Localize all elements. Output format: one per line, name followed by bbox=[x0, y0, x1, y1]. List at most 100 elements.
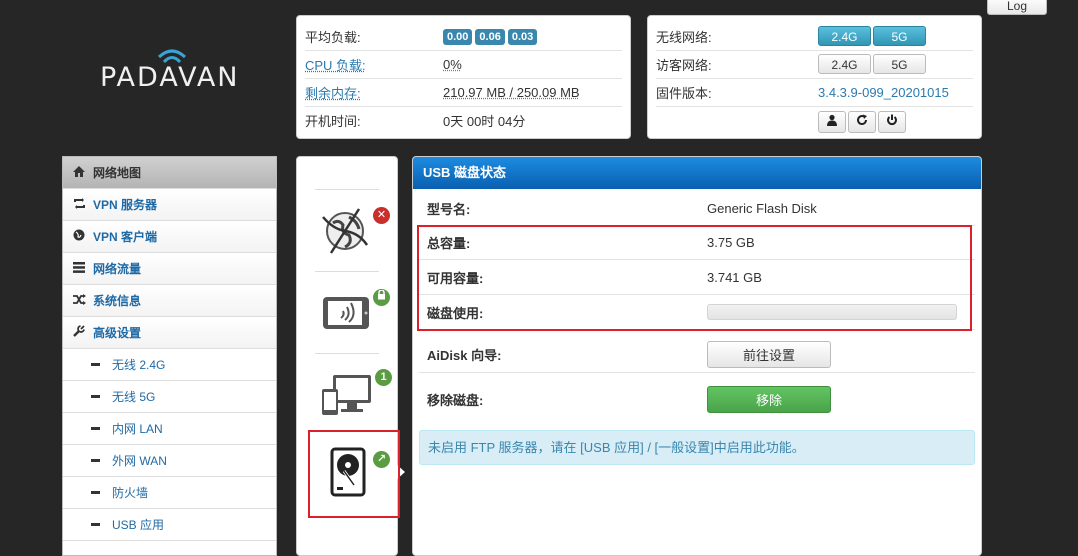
tablet-wifi-icon bbox=[323, 297, 369, 329]
submenu-label: 防火墙 bbox=[112, 486, 149, 500]
dash-icon bbox=[91, 459, 100, 462]
wireless-24g-button[interactable]: 2.4G bbox=[818, 26, 871, 46]
aidisk-label: AiDisk 向导: bbox=[427, 347, 502, 363]
client-count-badge: 1 bbox=[375, 369, 392, 386]
system-status-panel: 平均负载: 0.00 0.06 0.03 CPU 负载: 0% 剩余内存: 210.… bbox=[296, 15, 631, 139]
load-1min: 0.00 bbox=[443, 28, 473, 45]
guest-24g-button[interactable]: 2.4G bbox=[818, 54, 871, 74]
logo-text: PADAVAN bbox=[100, 62, 240, 93]
submenu-usb-apps[interactable]: USB 应用 bbox=[63, 509, 276, 541]
user-button[interactable] bbox=[818, 111, 846, 133]
wireless-row: 无线网络: 2.4G 5G bbox=[656, 22, 973, 51]
submenu-firewall[interactable]: 防火墙 bbox=[63, 477, 276, 509]
load-values: 0.00 0.06 0.03 bbox=[443, 28, 540, 45]
submenu-wireless-5g[interactable]: 无线 5G bbox=[63, 381, 276, 413]
aidisk-setup-button[interactable]: 前往设置 bbox=[707, 340, 831, 368]
refresh-icon bbox=[857, 114, 868, 126]
load-5min: 0.06 bbox=[475, 28, 505, 45]
memory-value: 210.97 MB / 250.09 MB bbox=[443, 84, 580, 100]
dash-icon bbox=[91, 363, 100, 366]
cpu-link[interactable]: CPU 负载: bbox=[305, 55, 443, 74]
submenu-label: 内网 LAN bbox=[112, 422, 163, 436]
usb-status-panel: USB 磁盘状态 型号名: Generic Flash Disk 总容量: 3.… bbox=[412, 156, 982, 556]
remove-disk-row: 移除磁盘: 移除 bbox=[419, 381, 975, 417]
guest-label: 访客网络: bbox=[656, 57, 712, 73]
action-row bbox=[656, 108, 973, 136]
menu-item-advanced[interactable]: 高级设置 bbox=[63, 317, 276, 349]
submenu-label: USB 应用 bbox=[112, 518, 165, 532]
load-row: 平均负载: 0.00 0.06 0.03 bbox=[305, 22, 622, 51]
dash-icon bbox=[91, 523, 100, 526]
firmware-row: 固件版本: 3.4.3.9-099_20201015 bbox=[656, 78, 973, 107]
aidisk-row: AiDisk 向导: 前往设置 bbox=[419, 336, 975, 373]
power-button[interactable] bbox=[878, 111, 906, 133]
separator bbox=[315, 189, 379, 190]
remove-disk-label: 移除磁盘: bbox=[427, 392, 484, 408]
uptime-row: 开机时间: 0天 00时 04分 bbox=[305, 106, 622, 134]
menu-item-vpn-client[interactable]: VPN 客户端 bbox=[63, 221, 276, 253]
usb-icon-highlight-box bbox=[308, 430, 400, 518]
menu-label: 网络地图 bbox=[93, 166, 142, 180]
guest-5g-button[interactable]: 5G bbox=[873, 54, 926, 74]
wireless-label: 无线网络: bbox=[656, 29, 712, 45]
menu-label: 高级设置 bbox=[93, 326, 142, 340]
cpu-row: CPU 负载: 0% bbox=[305, 50, 622, 79]
wrench-icon bbox=[73, 325, 93, 340]
uptime-label: 开机时间: bbox=[305, 113, 361, 129]
menu-item-network-map[interactable]: 网络地图 bbox=[63, 157, 276, 189]
memory-row: 剩余内存: 210.97 MB / 250.09 MB bbox=[305, 78, 622, 107]
wireless-5g-button[interactable]: 5G bbox=[873, 26, 926, 46]
dash-icon bbox=[91, 491, 100, 494]
firmware-label: 固件版本: bbox=[656, 85, 712, 101]
refresh-button[interactable] bbox=[848, 111, 876, 133]
remove-disk-button[interactable]: 移除 bbox=[707, 385, 831, 413]
lock-badge-icon bbox=[373, 289, 390, 306]
network-status-panel: 无线网络: 2.4G 5G 访客网络: 2.4G 5G 固件版本: 3.4.3.9-… bbox=[647, 15, 982, 139]
wireless-status-button[interactable] bbox=[321, 287, 391, 335]
menu-label: VPN 客户端 bbox=[93, 230, 158, 244]
padavan-logo: PADAVAN bbox=[100, 44, 250, 104]
log-button[interactable]: Log bbox=[987, 0, 1047, 15]
internet-status-button[interactable]: ✕ bbox=[319, 203, 390, 263]
user-icon bbox=[827, 114, 837, 126]
model-label: 型号名: bbox=[427, 201, 471, 217]
uptime-value: 0天 00时 04分 bbox=[443, 113, 526, 129]
usb-panel-title: USB 磁盘状态 bbox=[413, 157, 981, 189]
list-icon bbox=[73, 261, 93, 276]
submenu-lan[interactable]: 内网 LAN bbox=[63, 413, 276, 445]
devices-icon bbox=[322, 375, 371, 415]
menu-label: 系统信息 bbox=[93, 294, 142, 308]
submenu-label: 无线 5G bbox=[112, 390, 156, 404]
retweet-icon bbox=[73, 197, 93, 212]
capacity-highlight-box bbox=[417, 225, 972, 331]
random-icon bbox=[73, 293, 93, 308]
dash-icon bbox=[91, 395, 100, 398]
submenu-wireless-24g[interactable]: 无线 2.4G bbox=[63, 349, 276, 381]
home-icon bbox=[73, 165, 93, 180]
menu-label: VPN 服务器 bbox=[93, 198, 158, 212]
submenu-label: 无线 2.4G bbox=[112, 358, 166, 372]
load-15min: 0.03 bbox=[507, 28, 538, 45]
separator bbox=[315, 271, 379, 272]
globe-icon bbox=[73, 229, 93, 244]
disconnected-badge-icon: ✕ bbox=[373, 207, 390, 224]
firmware-link[interactable]: 3.4.3.9-099_20201015 bbox=[818, 85, 949, 100]
model-value: Generic Flash Disk bbox=[707, 200, 817, 216]
dash-icon bbox=[91, 427, 100, 430]
menu-item-traffic[interactable]: 网络流量 bbox=[63, 253, 276, 285]
load-label: 平均负载: bbox=[305, 29, 361, 45]
menu-label: 网络流量 bbox=[93, 262, 142, 276]
power-icon bbox=[887, 114, 897, 126]
guest-row: 访客网络: 2.4G 5G bbox=[656, 50, 973, 79]
submenu-wan[interactable]: 外网 WAN bbox=[63, 445, 276, 477]
ftp-info-alert: 未启用 FTP 服务器，请在 [USB 应用] / [一般设置]中启用此功能。 bbox=[419, 430, 975, 465]
submenu-label: 外网 WAN bbox=[112, 454, 167, 468]
separator bbox=[315, 353, 379, 354]
menu-item-vpn-server[interactable]: VPN 服务器 bbox=[63, 189, 276, 221]
memory-link[interactable]: 剩余内存: bbox=[305, 83, 443, 102]
menu-item-system-info[interactable]: 系统信息 bbox=[63, 285, 276, 317]
globe-icon bbox=[322, 208, 369, 254]
cpu-value: 0% bbox=[443, 56, 462, 72]
sidebar-menu: 网络地图 VPN 服务器 VPN 客户端 网络流量 系统信息 高级设置 无线 2… bbox=[62, 156, 277, 556]
clients-status-button[interactable]: 1 bbox=[321, 369, 392, 419]
